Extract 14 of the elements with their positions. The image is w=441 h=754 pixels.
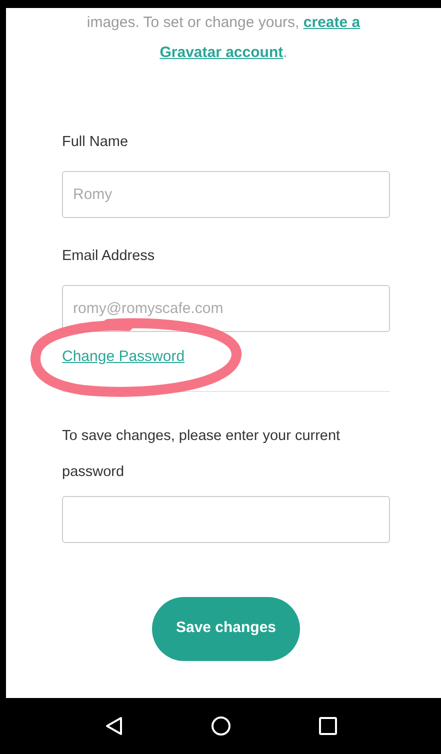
field-label: Email Address: [62, 246, 156, 266]
text-field[interactable]: romy@romyscafe.com: [62, 284, 390, 332]
back-icon[interactable]: [104, 716, 124, 736]
current-password-field[interactable]: [62, 496, 390, 542]
save-button[interactable]: Save changes: [152, 596, 300, 660]
gravatar-link[interactable]: Gravatar account: [160, 44, 284, 61]
gravatar-link[interactable]: create a: [303, 14, 360, 31]
recents-icon[interactable]: [318, 716, 338, 736]
current-password-label: To save changes, please enter your current password: [62, 426, 342, 482]
field-label: Full Name: [62, 133, 130, 152]
change-password-link[interactable]: Change Password: [62, 348, 185, 364]
intro-text: images. To set or change yours, create a Gravatar account.: [86, 13, 362, 63]
home-icon[interactable]: [210, 716, 230, 736]
text-field[interactable]: Romy: [62, 170, 390, 218]
